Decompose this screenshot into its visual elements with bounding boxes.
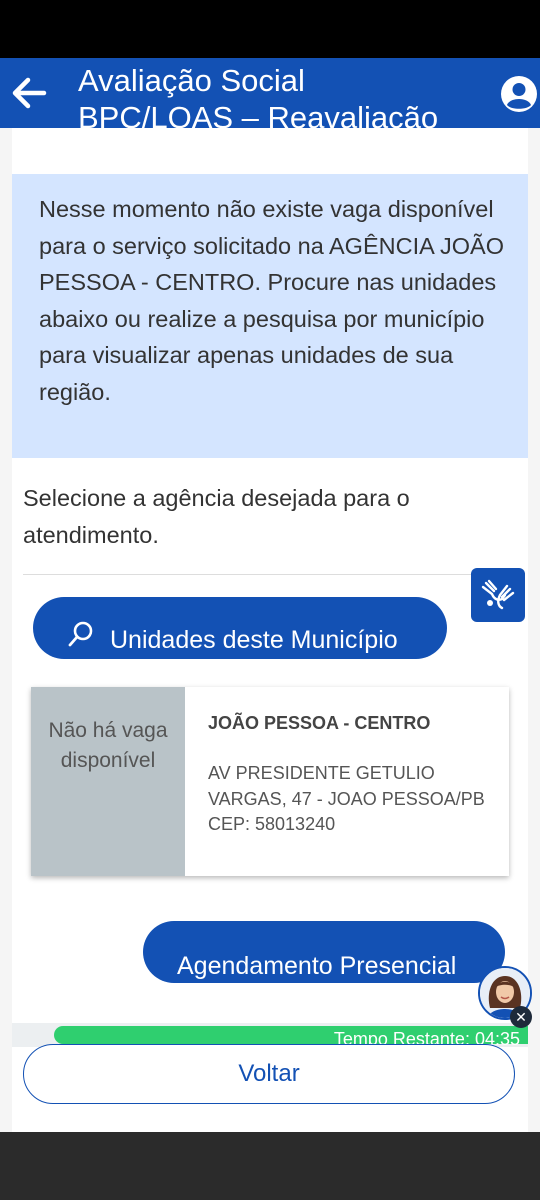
timer-progress: Tempo Restante: 04:35 bbox=[54, 1026, 528, 1049]
voltar-button[interactable]: Voltar bbox=[23, 1044, 515, 1104]
info-box: Nesse momento não existe vaga disponível… bbox=[12, 174, 528, 458]
availability-status: Não há vaga disponível bbox=[31, 687, 185, 876]
status-bar bbox=[0, 0, 540, 58]
sign-language-button[interactable] bbox=[471, 568, 525, 622]
main-content: Nesse momento não existe vaga disponível… bbox=[12, 128, 532, 1132]
agency-address-block: AV PRESIDENTE GETULIO VARGAS, 47 - JOAO … bbox=[208, 761, 498, 838]
voltar-label: Voltar bbox=[238, 1060, 300, 1087]
unidades-municipio-button[interactable]: Unidades deste Município bbox=[33, 597, 447, 659]
agendamento-presencial-button[interactable]: Agendamento Presencial bbox=[143, 921, 505, 983]
instruction-text: Selecione a agência desejada para o aten… bbox=[23, 485, 410, 548]
sign-language-hands-icon bbox=[481, 579, 515, 610]
unidades-municipio-label: Unidades deste Município bbox=[110, 626, 398, 654]
app-header: Avaliação Social BPC/LOAS – Reavaliação bbox=[0, 58, 540, 128]
agency-cep: CEP: 58013240 bbox=[208, 814, 336, 834]
page-title: Avaliação Social BPC/LOAS – Reavaliação bbox=[78, 63, 439, 128]
account-icon[interactable] bbox=[500, 75, 538, 113]
info-message: Nesse momento não existe vaga disponível… bbox=[39, 196, 504, 405]
divider bbox=[23, 574, 516, 575]
agency-address: AV PRESIDENTE GETULIO VARGAS, 47 - JOAO … bbox=[208, 763, 485, 809]
close-icon[interactable]: ✕ bbox=[510, 1006, 532, 1028]
availability-status-label: Não há vaga disponível bbox=[48, 719, 168, 772]
agency-card[interactable]: Não há vaga disponível JOÃO PESSOA - CEN… bbox=[31, 687, 509, 876]
system-nav-bar bbox=[0, 1132, 540, 1200]
agendamento-presencial-label: Agendamento Presencial bbox=[177, 952, 457, 980]
agency-name: JOÃO PESSOA - CENTRO bbox=[208, 713, 431, 733]
search-icon bbox=[68, 621, 93, 647]
back-arrow-icon[interactable] bbox=[10, 76, 48, 110]
